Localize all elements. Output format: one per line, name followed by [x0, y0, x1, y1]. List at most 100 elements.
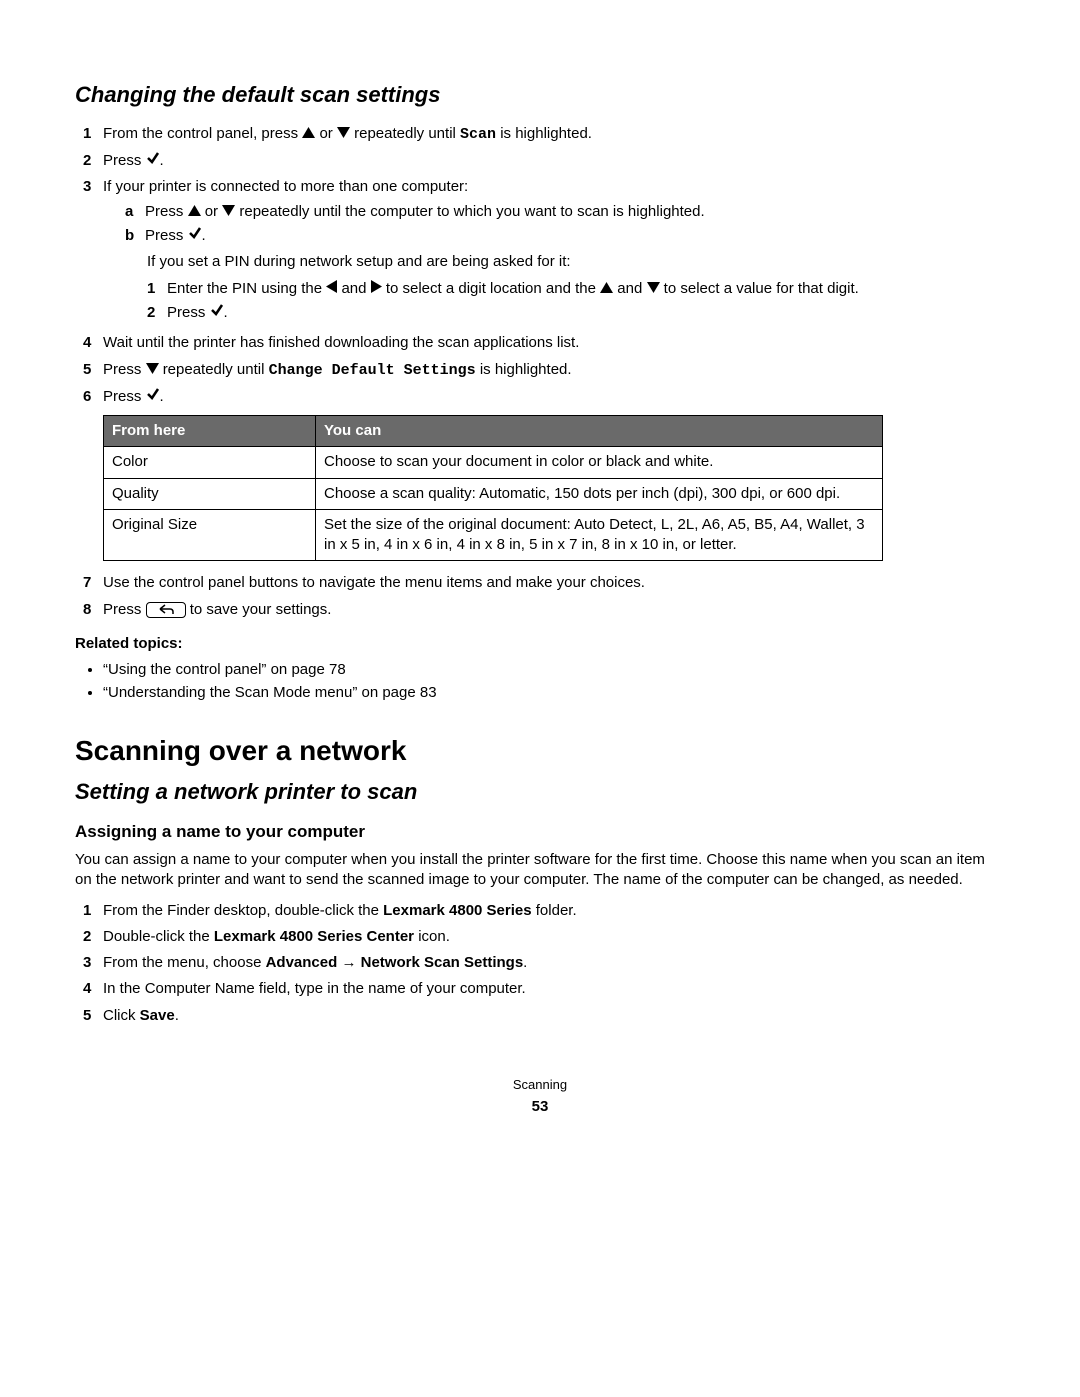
inner-step-1: 1 Enter the PIN using the and to select …	[147, 279, 1005, 299]
step-text: Press	[103, 152, 146, 169]
step-text: In the Computer Name field, type in the …	[103, 979, 1005, 999]
check-icon	[146, 387, 160, 407]
table-cell: Quality	[104, 478, 316, 509]
subsubsection-heading: Assigning a name to your computer	[75, 821, 1005, 844]
step-1: 1 From the control panel, press or repea…	[83, 124, 1005, 145]
step-text: .	[202, 227, 206, 244]
bold-text: Lexmark 4800 Series Center	[214, 928, 414, 945]
step-text: Enter the PIN using the	[167, 280, 326, 297]
subsection-heading: Setting a network printer to scan	[75, 777, 1005, 807]
step-text: Double-click the	[103, 928, 214, 945]
check-icon	[188, 226, 202, 246]
up-arrow-icon	[188, 202, 201, 222]
step-marker: 4	[83, 979, 103, 999]
table-header: From here	[104, 416, 316, 447]
step-text: From the menu, choose	[103, 954, 266, 971]
intro-paragraph: You can assign a name to your computer w…	[75, 850, 1005, 891]
bold-text: Lexmark 4800 Series	[383, 902, 531, 919]
table-row: Color Choose to scan your document in co…	[104, 447, 883, 478]
step-8: 8 Press to save your settings.	[83, 600, 1005, 620]
step-7: 7 Use the control panel buttons to navig…	[83, 573, 1005, 593]
table-cell: Choose a scan quality: Automatic, 150 do…	[316, 478, 883, 509]
step-2: 2 Press .	[83, 151, 1005, 171]
step-text: Wait until the printer has finished down…	[103, 333, 1005, 353]
related-link[interactable]: “Understanding the Scan Mode menu” on pa…	[103, 683, 1005, 703]
step-text: to select a digit location and the	[386, 280, 600, 297]
step-text: Click	[103, 1007, 140, 1024]
ui-label: Scan	[460, 126, 496, 143]
step-6: 6 Press .	[83, 387, 1005, 407]
step-marker: 1	[83, 124, 103, 145]
step-text: Press	[145, 227, 188, 244]
right-arrow-icon	[371, 279, 382, 299]
down-arrow-icon	[647, 279, 660, 299]
table-row: Quality Choose a scan quality: Automatic…	[104, 478, 883, 509]
footer-chapter: Scanning	[75, 1076, 1005, 1094]
pin-note: If you set a PIN during network setup an…	[147, 252, 1005, 272]
step-marker: 5	[83, 360, 103, 381]
related-link[interactable]: “Using the control panel” on page 78	[103, 660, 1005, 680]
substep-a: a Press or repeatedly until the computer…	[125, 202, 1005, 222]
inner-step-2: 2 Press .	[147, 303, 1005, 323]
check-icon	[210, 303, 224, 323]
step-marker: 1	[83, 901, 103, 921]
ui-label: Change Default Settings	[269, 362, 476, 379]
settings-table: From here You can Color Choose to scan y…	[103, 415, 883, 561]
step-text: is highlighted.	[500, 125, 592, 142]
step-text: and	[341, 280, 370, 297]
table-cell: Color	[104, 447, 316, 478]
step-text: .	[175, 1007, 179, 1024]
down-arrow-icon	[146, 360, 159, 380]
step-text: Press	[103, 388, 146, 405]
steps-list-1: 1 From the control panel, press or repea…	[83, 124, 1005, 408]
substeps-alpha: a Press or repeatedly until the computer…	[125, 202, 1005, 247]
step-text: repeatedly until the computer to which y…	[239, 203, 704, 220]
inner-steps: 1 Enter the PIN using the and to select …	[147, 279, 1005, 324]
page-footer: Scanning 53	[75, 1076, 1005, 1118]
related-topics-heading: Related topics:	[75, 634, 1005, 654]
steps-list-1b: 7 Use the control panel buttons to navig…	[83, 573, 1005, 620]
step-text: From the control panel, press	[103, 125, 302, 142]
back-button-icon	[146, 602, 186, 618]
step-text: or	[319, 125, 337, 142]
step-text: folder.	[532, 902, 577, 919]
step-text: to select a value for that digit.	[664, 280, 859, 297]
step-text: Press	[145, 203, 188, 220]
step-marker: 2	[147, 303, 167, 323]
step-marker: 7	[83, 573, 103, 593]
arrow-text: →	[337, 954, 360, 971]
step-text: Press	[103, 601, 146, 618]
step-3: 3 If your printer is connected to more t…	[83, 177, 1005, 327]
step-text: repeatedly until	[163, 361, 269, 378]
step-text: and	[617, 280, 646, 297]
step-text: Press	[103, 361, 146, 378]
bold-text: Network Scan Settings	[361, 954, 524, 971]
step-marker: 8	[83, 600, 103, 620]
section-heading-network: Scanning over a network	[75, 732, 1005, 770]
step-marker: 2	[83, 151, 103, 171]
bold-text: Advanced	[266, 954, 338, 971]
step-text: .	[160, 152, 164, 169]
step-text: Use the control panel buttons to navigat…	[103, 573, 1005, 593]
step-3: 3 From the menu, choose Advanced → Netwo…	[83, 953, 1005, 973]
table-header: You can	[316, 416, 883, 447]
related-topics-list: “Using the control panel” on page 78 “Un…	[103, 660, 1005, 704]
up-arrow-icon	[302, 124, 315, 144]
step-marker: 1	[147, 279, 167, 299]
substep-marker: a	[125, 202, 145, 222]
step-text: is highlighted.	[480, 361, 572, 378]
step-text: .	[160, 388, 164, 405]
table-row: Original Size Set the size of the origin…	[104, 509, 883, 561]
step-text: If your printer is connected to more tha…	[103, 178, 468, 195]
step-text: to save your settings.	[190, 601, 332, 618]
step-4: 4 In the Computer Name field, type in th…	[83, 979, 1005, 999]
step-text: Press	[167, 304, 210, 321]
step-marker: 3	[83, 177, 103, 327]
step-text: repeatedly until	[354, 125, 460, 142]
section-heading-changing: Changing the default scan settings	[75, 80, 1005, 110]
table-header-row: From here You can	[104, 416, 883, 447]
step-marker: 4	[83, 333, 103, 353]
down-arrow-icon	[337, 124, 350, 144]
table-cell: Original Size	[104, 509, 316, 561]
footer-page-number: 53	[75, 1097, 1005, 1117]
